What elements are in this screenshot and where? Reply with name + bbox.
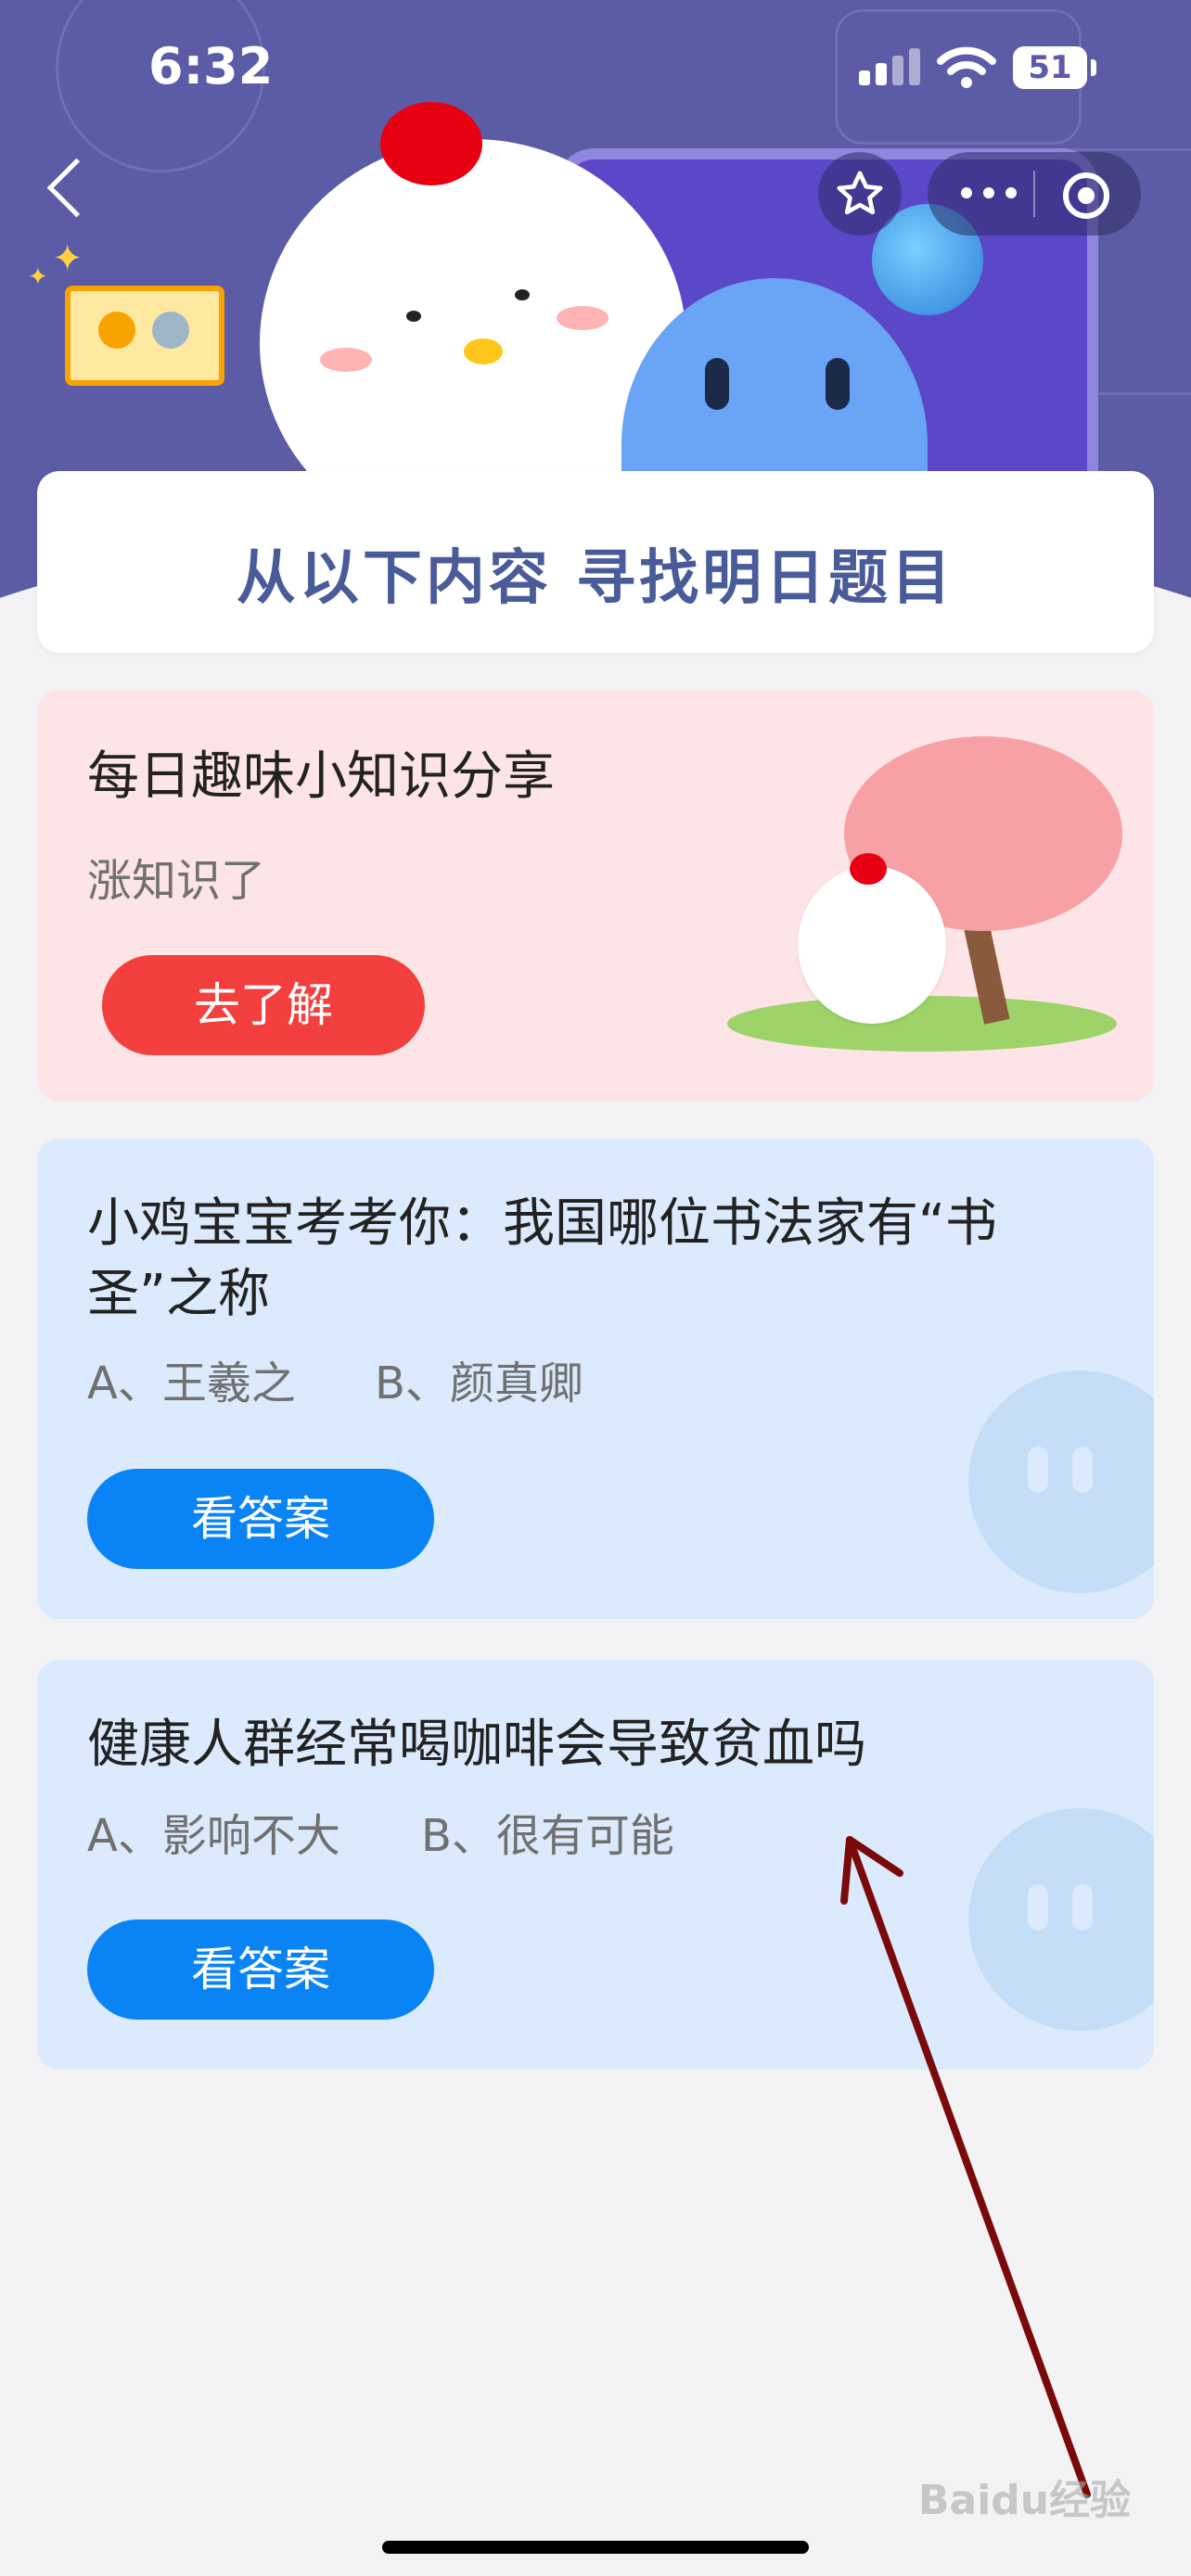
home-indicator[interactable]: [382, 2541, 809, 2554]
wifi-icon: [937, 46, 996, 88]
status-time: 6:32: [148, 37, 274, 96]
view-answer-button[interactable]: 看答案: [87, 1919, 434, 2020]
question-title: 小鸡宝宝考考你：我国哪位书法家有“书: [87, 1193, 998, 1254]
annotation-arrow: [840, 1836, 1091, 2498]
learn-more-button[interactable]: 去了解: [102, 955, 425, 1055]
chicken-comb: [380, 102, 482, 185]
sparkle-icon: ✦: [28, 263, 48, 291]
signal-icon: [859, 48, 926, 85]
medal-icon: [98, 312, 135, 349]
chat-bubble-icon: [968, 1371, 1154, 1593]
capsule-menu: [928, 152, 1141, 236]
chicken-illustration: [798, 866, 946, 1024]
daily-knowledge-card[interactable]: 每日趣味小知识分享 涨知识了 去了解: [37, 690, 1154, 1102]
quiz-card[interactable]: 小鸡宝宝考考你：我国哪位书法家有“书 圣”之称 A、王羲之 B、颜真卿 看答案: [37, 1139, 1154, 1619]
card-subtitle: 涨知识了: [87, 855, 266, 907]
option-b: B、颜真卿: [375, 1358, 583, 1409]
medal-plaque[interactable]: [65, 286, 224, 386]
medal-icon: [152, 312, 189, 349]
grass-illustration: [727, 996, 1117, 1052]
option-a: A、影响不大: [87, 1810, 340, 1862]
card-title: 每日趣味小知识分享: [87, 746, 555, 807]
favorite-button[interactable]: [818, 152, 902, 236]
banner: 从以下内容 寻找明日题目: [37, 471, 1154, 653]
option-b: B、很有可能: [421, 1810, 674, 1862]
view-answer-button[interactable]: 看答案: [87, 1469, 434, 1569]
banner-title: 从以下内容 寻找明日题目: [236, 544, 955, 613]
question-title-cont: 圣”之称: [87, 1264, 271, 1324]
option-a: A、王羲之: [87, 1358, 296, 1409]
target-icon[interactable]: [1063, 172, 1109, 219]
battery-icon: 51: [1013, 46, 1087, 89]
question-title: 健康人群经常喝咖啡会导致贫血吗: [87, 1715, 866, 1775]
star-icon: [837, 171, 883, 215]
sparkle-icon: ✦: [52, 237, 83, 280]
watermark: Baidu经验: [918, 2477, 1132, 2524]
more-dots-icon[interactable]: [961, 187, 1017, 200]
